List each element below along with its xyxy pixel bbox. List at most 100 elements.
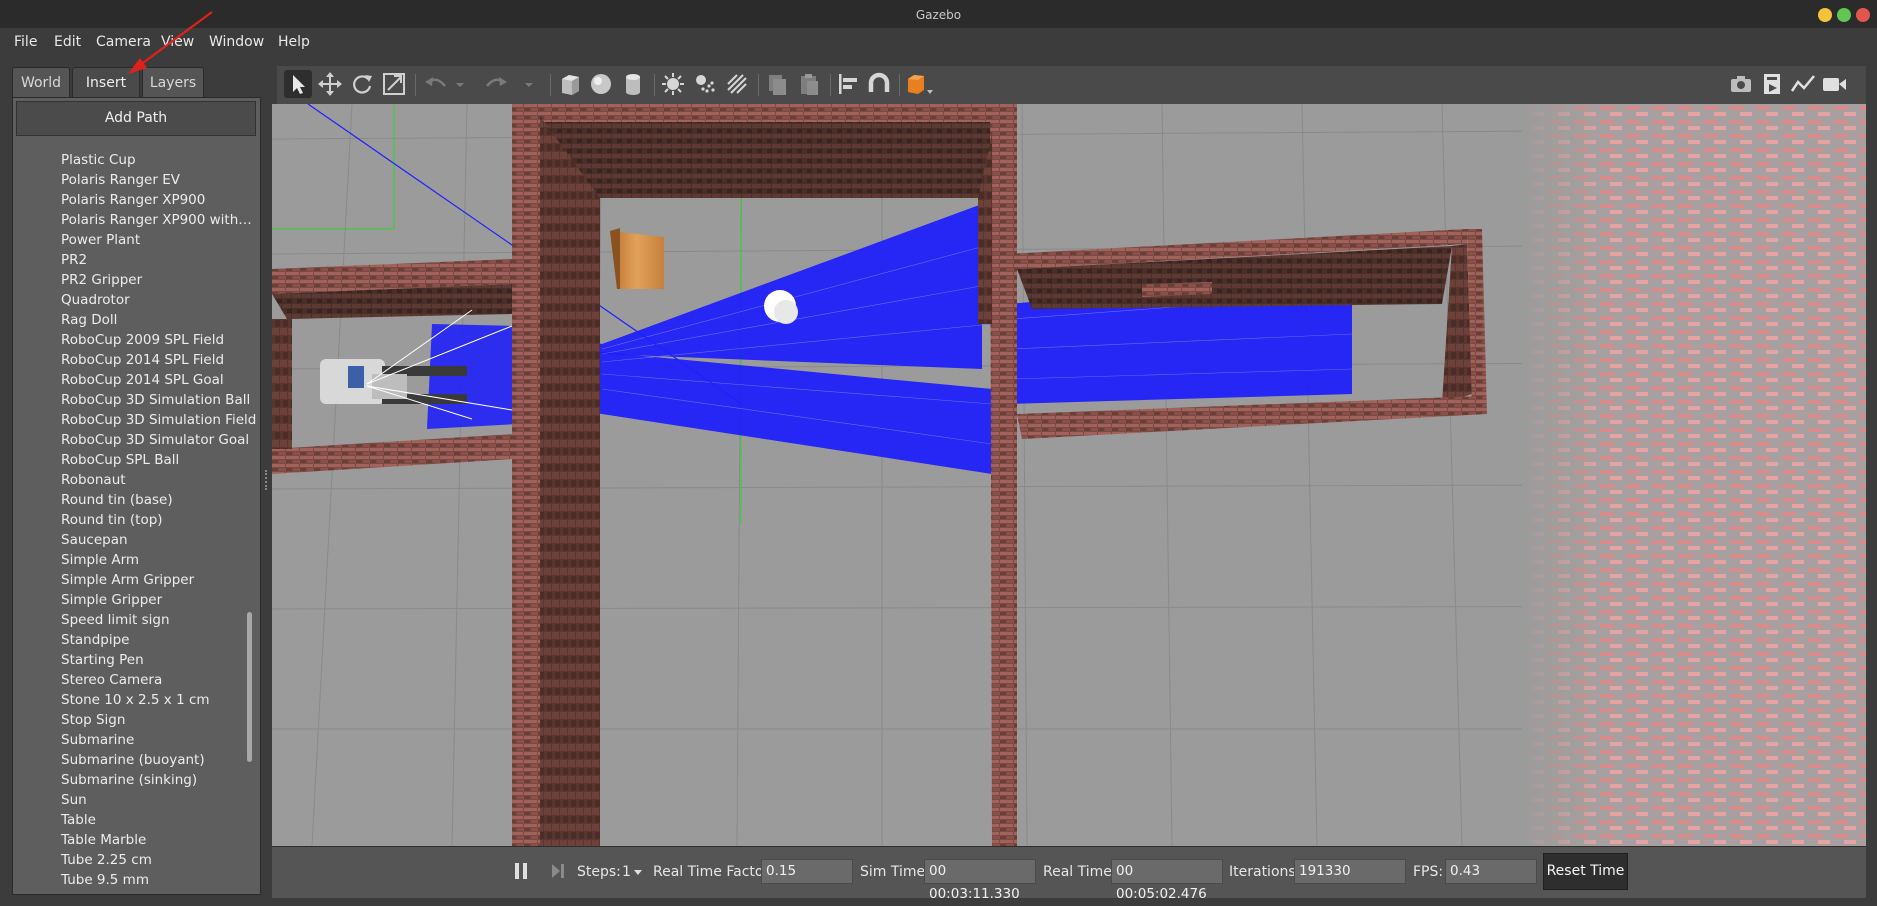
- paste-icon[interactable]: [795, 70, 823, 98]
- steps-value[interactable]: 1: [622, 862, 631, 882]
- model-list-item[interactable]: Polaris Ranger XP900: [14, 190, 257, 210]
- model-list-item[interactable]: RoboCup 2014 SPL Field: [14, 350, 257, 370]
- model-list-item[interactable]: Saucepan: [14, 530, 257, 550]
- toolbar-separator: [550, 74, 551, 96]
- panel-splitter-handle[interactable]: [265, 470, 269, 490]
- directional-light-icon[interactable]: [723, 70, 751, 98]
- real-time-factor-field: 0.15: [761, 859, 853, 884]
- menu-edit[interactable]: Edit: [54, 28, 81, 56]
- model-list-item[interactable]: Tube 9.5 mm: [14, 870, 257, 890]
- steps-dropdown-icon[interactable]: [633, 866, 643, 876]
- sim-time-field: 00 00:03:11.330: [924, 859, 1036, 902]
- spot-light-icon[interactable]: [691, 70, 719, 98]
- undo-icon[interactable]: [421, 70, 449, 98]
- model-list-item[interactable]: Power Plant: [14, 230, 257, 250]
- plot-icon[interactable]: [1789, 70, 1817, 98]
- real-time-field: 00 00:05:02.476: [1111, 859, 1223, 902]
- model-list-item[interactable]: Rag Doll: [14, 310, 257, 330]
- 3d-viewport[interactable]: [272, 104, 1866, 846]
- toolbar-separator: [654, 74, 655, 96]
- redo-dropdown-icon[interactable]: [522, 70, 538, 98]
- model-list-item[interactable]: Polaris Ranger EV: [14, 170, 257, 190]
- tab-world[interactable]: World: [12, 67, 70, 97]
- model-list: Plastic Cup Polaris Ranger EV Polaris Rang…: [14, 150, 257, 890]
- toolbar-separator: [758, 74, 759, 96]
- model-list-item[interactable]: Round tin (base): [14, 490, 257, 510]
- snap-magnet-icon[interactable]: [865, 70, 893, 98]
- model-list-item[interactable]: RoboCup SPL Ball: [14, 450, 257, 470]
- model-list-item[interactable]: Submarine (sinking): [14, 770, 257, 790]
- steps-label: Steps:: [577, 864, 621, 880]
- model-list-item[interactable]: Submarine: [14, 730, 257, 750]
- fps-field: 0.43: [1445, 859, 1537, 884]
- model-list-item[interactable]: Standpipe: [14, 630, 257, 650]
- model-list-item[interactable]: Simple Arm: [14, 550, 257, 570]
- model-list-item[interactable]: Simple Arm Gripper: [14, 570, 257, 590]
- view-angle-icon[interactable]: [903, 70, 933, 98]
- scrollbar-thumb[interactable]: [247, 612, 252, 762]
- model-list-item[interactable]: RoboCup 2009 SPL Field: [14, 330, 257, 350]
- model-list-item[interactable]: Stereo Camera: [14, 670, 257, 690]
- model-list-item[interactable]: RoboCup 3D Simulator Goal: [14, 430, 257, 450]
- copy-icon[interactable]: [763, 70, 791, 98]
- menu-bar: File Edit Camera View Window Help: [0, 28, 1877, 58]
- toolbar: [277, 66, 1866, 104]
- real-time-label: Real Time:: [1043, 864, 1117, 880]
- step-forward-button[interactable]: [549, 860, 567, 882]
- model-list-scrollbar[interactable]: [245, 140, 255, 890]
- close-button[interactable]: [1856, 8, 1870, 22]
- translate-icon[interactable]: [316, 70, 344, 98]
- fps-label: FPS:: [1413, 864, 1444, 880]
- model-list-item[interactable]: RoboCup 3D Simulation Field: [14, 410, 257, 430]
- model-list-item[interactable]: Sun: [14, 790, 257, 810]
- reset-time-button[interactable]: Reset Time: [1543, 853, 1628, 890]
- model-list-item[interactable]: Robonaut: [14, 470, 257, 490]
- model-list-item[interactable]: Stone 10 x 2.5 x 1 cm: [14, 690, 257, 710]
- sim-time-label: Sim Time:: [860, 864, 930, 880]
- point-light-icon[interactable]: [659, 70, 687, 98]
- model-list-item[interactable]: RoboCup 2014 SPL Goal: [14, 370, 257, 390]
- model-list-item[interactable]: Quadrotor: [14, 290, 257, 310]
- model-list-item[interactable]: Stop Sign: [14, 710, 257, 730]
- menu-help[interactable]: Help: [278, 28, 310, 56]
- model-list-item[interactable]: Tube 2.25 cm: [14, 850, 257, 870]
- rotate-icon[interactable]: [348, 70, 376, 98]
- toolbar-separator: [830, 74, 831, 96]
- box-icon[interactable]: [556, 70, 584, 98]
- maximize-button[interactable]: [1837, 8, 1851, 22]
- log-icon[interactable]: [1758, 70, 1786, 98]
- minimize-button[interactable]: [1818, 8, 1832, 22]
- cylinder-icon[interactable]: [619, 70, 647, 98]
- model-list-item[interactable]: Simple Gripper: [14, 590, 257, 610]
- model-list-item[interactable]: Speed limit sign: [14, 610, 257, 630]
- model-list-item[interactable]: Table: [14, 810, 257, 830]
- model-list-item[interactable]: Polaris Ranger XP900 witho…: [14, 210, 257, 230]
- select-arrow-icon[interactable]: [284, 70, 312, 98]
- toolbar-separator: [899, 74, 900, 96]
- model-list-item[interactable]: RoboCup 3D Simulation Ball: [14, 390, 257, 410]
- window-title: Gazebo: [915, 8, 962, 22]
- model-list-item[interactable]: Round tin (top): [14, 510, 257, 530]
- model-list-item[interactable]: Plastic Cup: [14, 150, 257, 170]
- screenshot-camera-icon[interactable]: [1727, 70, 1755, 98]
- title-bar: Gazebo: [0, 0, 1877, 28]
- model-list-item[interactable]: Table Marble: [14, 830, 257, 850]
- scene-render: [272, 104, 1866, 846]
- align-icon[interactable]: [834, 70, 862, 98]
- sphere-icon[interactable]: [587, 70, 615, 98]
- menu-file[interactable]: File: [14, 28, 37, 56]
- model-list-item[interactable]: Submarine (buoyant): [14, 750, 257, 770]
- real-time-factor-label: Real Time Factor:: [653, 864, 774, 880]
- wall-top: [512, 104, 1012, 122]
- model-list-item[interactable]: PR2 Gripper: [14, 270, 257, 290]
- pause-button[interactable]: [512, 860, 530, 882]
- scale-icon[interactable]: [380, 70, 408, 98]
- redo-icon[interactable]: [483, 70, 511, 98]
- toolbar-separator: [415, 74, 416, 96]
- add-path-button[interactable]: Add Path: [16, 101, 256, 136]
- iterations-field: 191330: [1294, 859, 1406, 884]
- undo-dropdown-icon[interactable]: [453, 70, 469, 98]
- video-record-icon[interactable]: [1820, 70, 1848, 98]
- model-list-item[interactable]: Starting Pen: [14, 650, 257, 670]
- model-list-item[interactable]: PR2: [14, 250, 257, 270]
